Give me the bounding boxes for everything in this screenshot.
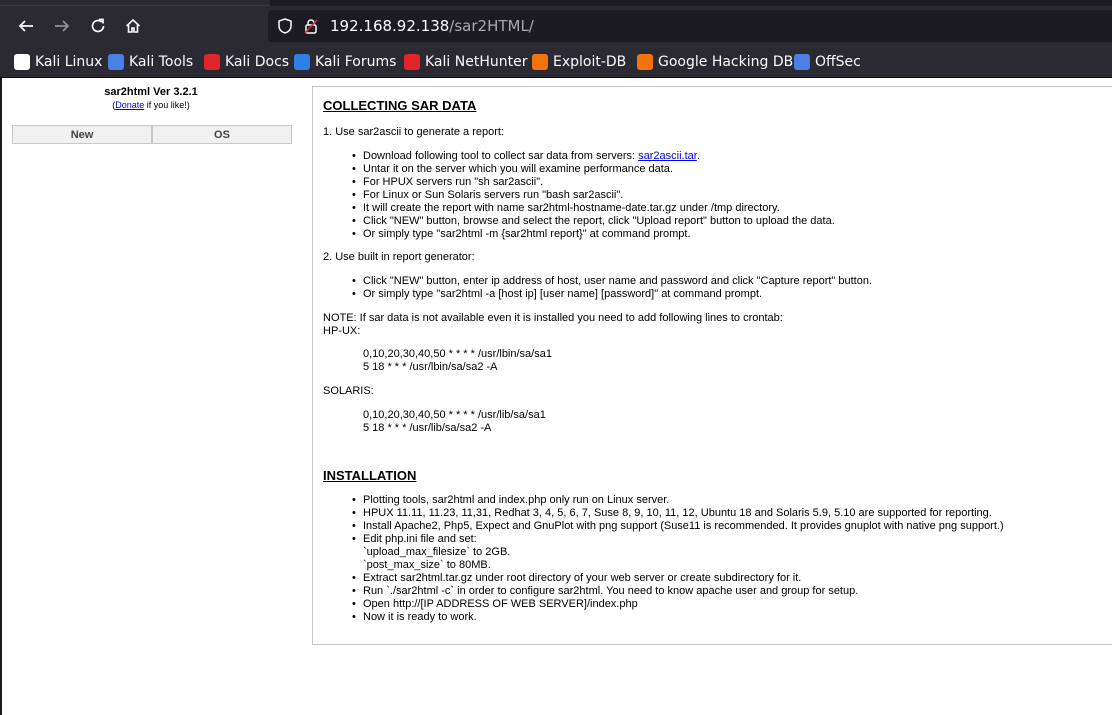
navigation-toolbar: 192.168.92.138/sar2HTML/ bbox=[0, 6, 1112, 46]
solaris-cron-line: 5 18 * * * /usr/lib/sa/sa2 -A bbox=[363, 422, 492, 434]
bookmark-kali-tools[interactable]: Kali Tools bbox=[108, 52, 193, 72]
bookmark-label: Kali Linux bbox=[35, 54, 103, 70]
install-list-item: Open http://[IP ADDRESS OF WEB SERVER]/i… bbox=[352, 598, 638, 611]
step1-list-item: Click "NEW" button, browse and select th… bbox=[352, 215, 835, 228]
donate-suffix: if you like!) bbox=[144, 100, 190, 110]
bookmark-exploit-db[interactable]: Exploit-DB bbox=[532, 52, 626, 72]
bookmark-label: Google Hacking DB bbox=[658, 54, 794, 70]
step1-list-item: Untar it on the server which you will ex… bbox=[352, 163, 673, 176]
step2-text: 2. Use built in report generator: bbox=[323, 251, 475, 263]
step1-list-item: It will create the report with name sar2… bbox=[352, 202, 780, 215]
main-content: COLLECTING SAR DATA 1. Use sar2ascii to … bbox=[312, 86, 1112, 645]
list-item-text: . bbox=[696, 150, 700, 162]
heading-installation: INSTALLATION bbox=[323, 468, 417, 483]
bookmark-label: Kali Forums bbox=[315, 54, 397, 70]
install-list-item: HPUX 11.11, 11.23, 11,31, Redhat 3, 4, 5… bbox=[352, 507, 992, 520]
bookmark-offsec[interactable]: OffSec bbox=[794, 52, 861, 72]
step1-list-item: Or simply type "sar2html -m {sar2html re… bbox=[352, 228, 691, 241]
kali-nethunter-icon bbox=[404, 54, 420, 70]
step1-list-item: For Linux or Sun Solaris servers run "ba… bbox=[352, 189, 623, 202]
bookmark-label: Exploit-DB bbox=[553, 54, 627, 70]
bookmark-label: Kali NetHunter bbox=[425, 54, 528, 70]
note-text: NOTE: If sar data is not available even … bbox=[323, 312, 783, 324]
new-button[interactable]: New bbox=[12, 125, 152, 144]
app-title: sar2html Ver 3.2.1 bbox=[104, 86, 198, 98]
home-icon bbox=[125, 18, 141, 33]
step2-list-item: Click "NEW" button, enter ip address of … bbox=[352, 275, 872, 288]
url-host: 192.168.92.138 bbox=[330, 17, 450, 35]
install-list-item: Plotting tools, sar2html and index.php o… bbox=[352, 494, 669, 507]
install-list-item: Extract sar2html.tar.gz under root direc… bbox=[352, 572, 801, 585]
insecure-lock-icon[interactable] bbox=[302, 17, 320, 35]
install-list-item: Edit php.ini file and set: bbox=[352, 533, 477, 546]
back-button[interactable] bbox=[12, 12, 40, 40]
forward-button[interactable] bbox=[48, 12, 76, 40]
hpux-cron-line: 0,10,20,30,40,50 * * * * /usr/lbin/sa/sa… bbox=[363, 348, 552, 360]
bookmark-kali-docs[interactable]: Kali Docs bbox=[204, 52, 289, 72]
bookmark-kali-forums[interactable]: Kali Forums bbox=[294, 52, 396, 72]
bookmarks-toolbar: Kali Linux Kali Tools Kali Docs Kali Forums… bbox=[0, 46, 1112, 78]
os-button[interactable]: OS bbox=[152, 125, 292, 144]
solaris-label: SOLARIS: bbox=[323, 385, 374, 397]
step2-list-item: Or simply type "sar2html -a [host ip] [u… bbox=[352, 288, 762, 301]
offsec-icon bbox=[794, 54, 810, 70]
page-viewport: sar2html Ver 3.2.1 (Donate if you like!)… bbox=[0, 78, 1112, 715]
sar2ascii-download-link[interactable]: sar2ascii.tar bbox=[638, 150, 697, 162]
solaris-cron-line: 0,10,20,30,40,50 * * * * /usr/lib/sa/sa1 bbox=[363, 409, 546, 421]
phpini-line: `post_max_size` to 80MB. bbox=[363, 559, 491, 571]
donate-link[interactable]: Donate bbox=[115, 100, 144, 110]
address-bar[interactable]: 192.168.92.138/sar2HTML/ bbox=[268, 10, 1112, 42]
kali-dragon-icon bbox=[14, 54, 30, 70]
install-list-item: Install Apache2, Php5, Expect and GnuPlo… bbox=[352, 520, 1004, 533]
reload-button[interactable] bbox=[84, 12, 112, 40]
tracking-shield-icon[interactable] bbox=[276, 17, 294, 35]
install-list-item: Now it is ready to work. bbox=[352, 611, 477, 624]
exploit-db-icon bbox=[532, 54, 548, 70]
hpux-cron-line: 5 18 * * * /usr/lbin/sa/sa2 -A bbox=[363, 361, 498, 373]
hpux-label: HP-UX: bbox=[323, 325, 361, 337]
bookmark-label: Kali Tools bbox=[129, 54, 194, 70]
step1-list-item: Download following tool to collect sar d… bbox=[352, 150, 700, 163]
back-arrow-icon bbox=[18, 20, 33, 32]
phpini-line: `upload_max_filesize` to 2GB. bbox=[363, 546, 511, 558]
bookmark-kali-linux[interactable]: Kali Linux bbox=[14, 52, 102, 72]
donate-line: (Donate if you like!) bbox=[10, 100, 292, 110]
bookmark-google-hacking-db[interactable]: Google Hacking DB bbox=[637, 52, 793, 72]
step1-text: 1. Use sar2ascii to generate a report: bbox=[323, 126, 504, 138]
bookmark-label: Kali Docs bbox=[225, 54, 290, 70]
url-path: /sar2HTML/ bbox=[449, 17, 534, 35]
forward-arrow-icon bbox=[55, 20, 70, 32]
google-hacking-db-icon bbox=[637, 54, 653, 70]
list-item-text: Download following tool to collect sar d… bbox=[363, 150, 639, 162]
home-button[interactable] bbox=[119, 12, 147, 40]
install-list-item: Run `./sar2html -c` in order to configur… bbox=[352, 585, 858, 598]
kali-docs-icon bbox=[204, 54, 220, 70]
reload-icon bbox=[91, 18, 105, 33]
bookmark-label: OffSec bbox=[815, 54, 861, 70]
kali-tools-icon bbox=[108, 54, 124, 70]
step1-list-item: For HPUX servers run "sh sar2ascii". bbox=[352, 176, 543, 189]
bookmark-kali-nethunter[interactable]: Kali NetHunter bbox=[404, 52, 527, 72]
kali-forums-icon bbox=[294, 54, 310, 70]
url-text[interactable]: 192.168.92.138/sar2HTML/ bbox=[330, 17, 534, 35]
heading-collecting-sar-data: COLLECTING SAR DATA bbox=[323, 98, 477, 113]
